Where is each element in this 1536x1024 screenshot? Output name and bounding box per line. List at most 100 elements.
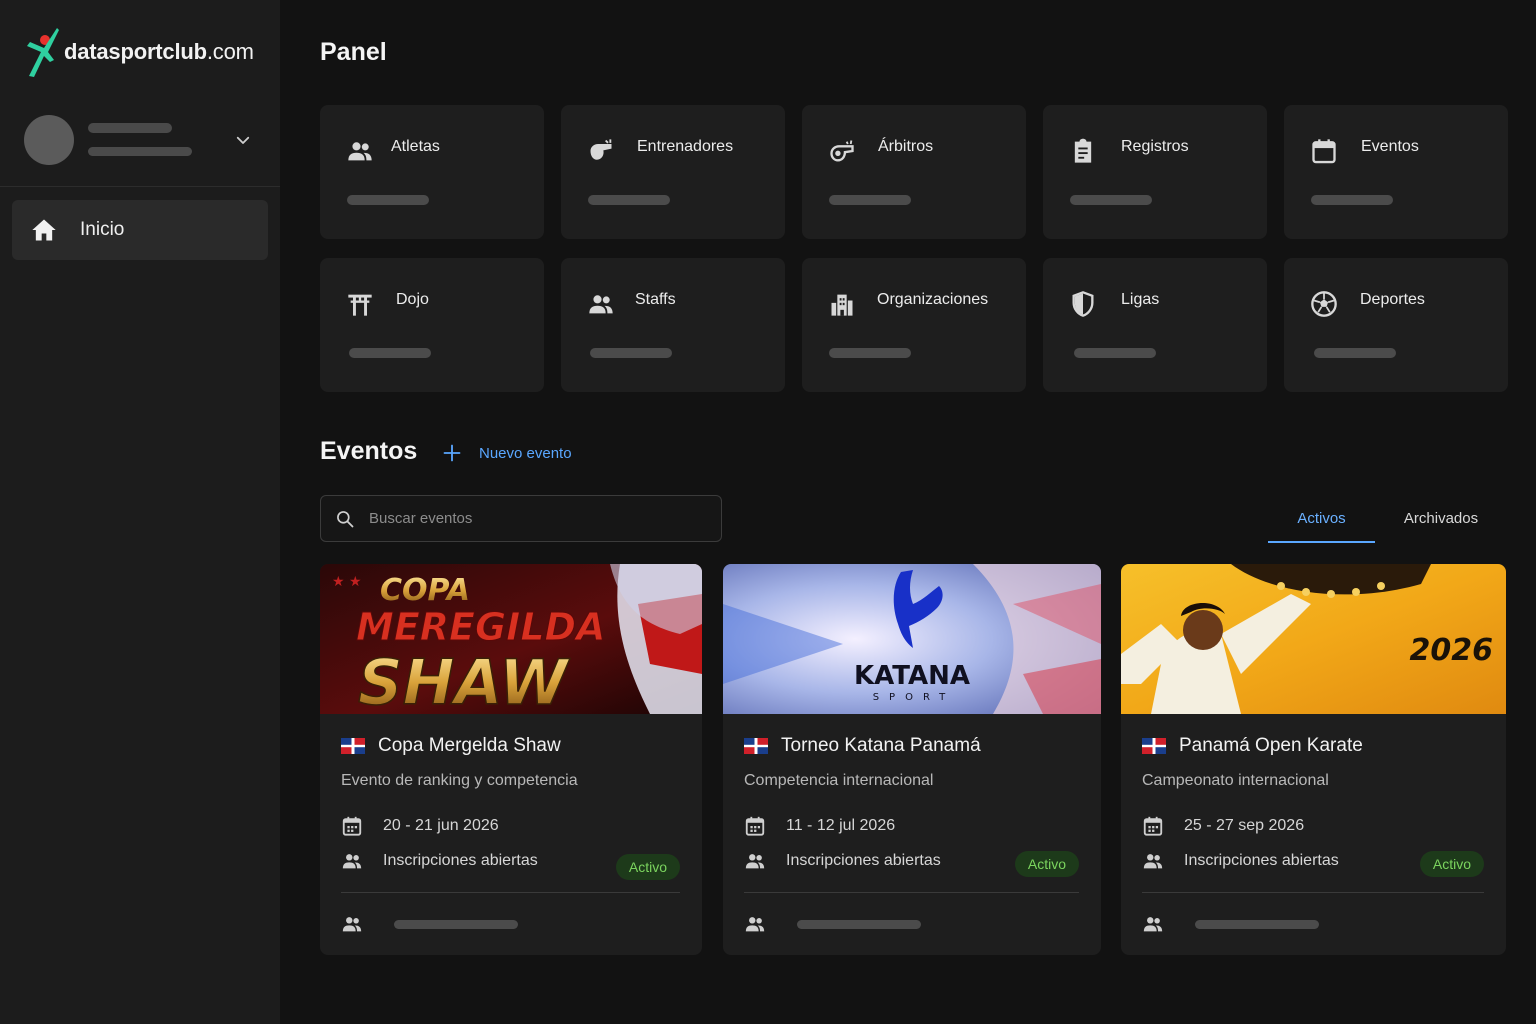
tile-count-placeholder bbox=[349, 348, 431, 358]
people-icon bbox=[344, 135, 376, 167]
people-icon bbox=[585, 288, 617, 320]
card-divider bbox=[1142, 892, 1484, 893]
dominican-flag-icon bbox=[1142, 738, 1166, 754]
svg-text:2026: 2026 bbox=[1410, 633, 1494, 668]
plus-icon bbox=[443, 444, 461, 462]
shield-icon bbox=[1067, 288, 1099, 320]
tile-eventos[interactable]: Eventos bbox=[1284, 105, 1508, 239]
tile-deportes[interactable]: Deportes bbox=[1284, 258, 1508, 392]
event-subtitle: Campeonato internacional bbox=[1142, 772, 1329, 789]
event-title[interactable]: Copa Mergelda Shaw bbox=[341, 735, 561, 757]
svg-text:KATANA: KATANA bbox=[854, 661, 970, 691]
people-icon bbox=[342, 917, 362, 932]
sidebar-divider bbox=[0, 186, 280, 187]
people-icon bbox=[1143, 917, 1163, 932]
soccer-ball-icon bbox=[1308, 288, 1340, 320]
home-icon bbox=[32, 219, 56, 241]
calendar-icon bbox=[1143, 816, 1163, 836]
calendar-icon bbox=[745, 816, 765, 836]
tile-label: Entrenadores bbox=[637, 138, 734, 155]
tile-count-placeholder bbox=[1314, 348, 1396, 358]
new-event-button[interactable]: Nuevo evento bbox=[442, 443, 572, 463]
whistle-icon bbox=[826, 135, 858, 167]
tile-label: Organizaciones bbox=[877, 291, 989, 308]
tile-count-placeholder bbox=[1070, 195, 1152, 205]
chevron-down-icon[interactable] bbox=[234, 131, 252, 149]
tile-label: Eventos bbox=[1361, 138, 1419, 155]
tile-count-placeholder bbox=[588, 195, 670, 205]
event-title[interactable]: Panamá Open Karate bbox=[1142, 735, 1363, 757]
brand-name: datasportclub.com bbox=[64, 39, 254, 64]
calendar-icon bbox=[342, 816, 362, 836]
tab-archivados[interactable]: Archivados bbox=[1388, 510, 1494, 527]
people-icon bbox=[745, 917, 765, 932]
tile-count-placeholder bbox=[829, 348, 911, 358]
tile-count-placeholder bbox=[829, 195, 911, 205]
tile-atletas[interactable]: Atletas bbox=[320, 105, 544, 239]
event-dates: 11 - 12 jul 2026 bbox=[744, 815, 895, 837]
user-menu[interactable] bbox=[24, 115, 260, 165]
event-banner-image: 2026 bbox=[1121, 564, 1506, 714]
tile-label: Ligas bbox=[1121, 291, 1160, 308]
tile-label: Staffs bbox=[635, 291, 676, 308]
tile-label: Árbitros bbox=[878, 138, 934, 155]
tile-label: Dojo bbox=[396, 291, 429, 308]
tile-organizaciones[interactable]: Organizaciones bbox=[802, 258, 1026, 392]
building-icon bbox=[826, 288, 858, 320]
participants-placeholder bbox=[394, 920, 518, 929]
tile-count-placeholder bbox=[347, 195, 429, 205]
dominican-flag-icon bbox=[341, 738, 365, 754]
search-box[interactable] bbox=[320, 495, 722, 542]
people-icon bbox=[745, 854, 765, 869]
tile-registros[interactable]: Registros bbox=[1043, 105, 1267, 239]
torii-icon bbox=[344, 288, 376, 320]
event-registration: Inscripciones abiertas bbox=[744, 850, 941, 872]
tile-staffs[interactable]: Staffs bbox=[561, 258, 785, 392]
svg-text:SPORT: SPORT bbox=[873, 692, 956, 703]
avatar bbox=[24, 115, 74, 165]
event-title-text: Panamá Open Karate bbox=[1179, 735, 1363, 756]
svg-text:MEREGILDA: MEREGILDA bbox=[356, 605, 606, 649]
event-registration: Inscripciones abiertas bbox=[341, 850, 538, 872]
event-subtitle: Evento de ranking y competencia bbox=[341, 772, 578, 789]
event-banner-image: ★ ★ COPA MEREGILDA SHAW bbox=[320, 564, 702, 714]
tile-entrenadores[interactable]: Entrenadores bbox=[561, 105, 785, 239]
participants-placeholder bbox=[1195, 920, 1319, 929]
tile-label: Atletas bbox=[391, 138, 440, 155]
calendar-icon bbox=[1308, 135, 1340, 167]
coach-whistle-icon bbox=[585, 135, 617, 167]
people-icon bbox=[1143, 854, 1163, 869]
event-banner-image: KATANA SPORT bbox=[723, 564, 1101, 714]
event-registration-text: Inscripciones abiertas bbox=[1184, 852, 1339, 869]
tile-dojo[interactable]: Dojo bbox=[320, 258, 544, 392]
event-dates-text: 20 - 21 jun 2026 bbox=[383, 817, 499, 834]
search-input[interactable] bbox=[369, 510, 689, 527]
event-dates: 25 - 27 sep 2026 bbox=[1142, 815, 1304, 837]
dominican-flag-icon bbox=[744, 738, 768, 754]
event-registration-text: Inscripciones abiertas bbox=[383, 852, 538, 869]
event-title[interactable]: Torneo Katana Panamá bbox=[744, 735, 981, 757]
search-icon bbox=[337, 510, 354, 527]
tile-arbitros[interactable]: Árbitros bbox=[802, 105, 1026, 239]
card-divider bbox=[341, 892, 680, 893]
participants-placeholder bbox=[797, 920, 921, 929]
svg-text:COPA: COPA bbox=[380, 573, 470, 608]
event-dates: 20 - 21 jun 2026 bbox=[341, 815, 499, 837]
event-card[interactable]: 2026 Panamá Open Karate Campeonato inter… bbox=[1121, 564, 1506, 955]
brand-logo[interactable]: datasportclub.com bbox=[24, 26, 254, 78]
tile-ligas[interactable]: Ligas bbox=[1043, 258, 1267, 392]
event-card[interactable]: KATANA SPORT Torneo Katana Panamá Compet… bbox=[723, 564, 1101, 955]
people-icon bbox=[342, 854, 362, 869]
tile-count-placeholder bbox=[1311, 195, 1393, 205]
status-badge: Activo bbox=[1419, 851, 1484, 877]
tile-label: Deportes bbox=[1360, 291, 1425, 308]
sidebar-item-inicio[interactable]: Inicio bbox=[12, 200, 268, 260]
runner-logo-icon bbox=[27, 28, 59, 77]
tab-activos[interactable]: Activos bbox=[1268, 510, 1375, 527]
event-card[interactable]: ★ ★ COPA MEREGILDA SHAW Copa Mergelda Sh… bbox=[320, 564, 702, 955]
status-badge: Activo bbox=[615, 854, 680, 880]
sidebar: datasportclub.com Inicio bbox=[0, 0, 280, 1024]
event-title-text: Copa Mergelda Shaw bbox=[378, 735, 561, 756]
tile-label: Registros bbox=[1121, 138, 1189, 155]
sidebar-item-label: Inicio bbox=[80, 219, 125, 240]
